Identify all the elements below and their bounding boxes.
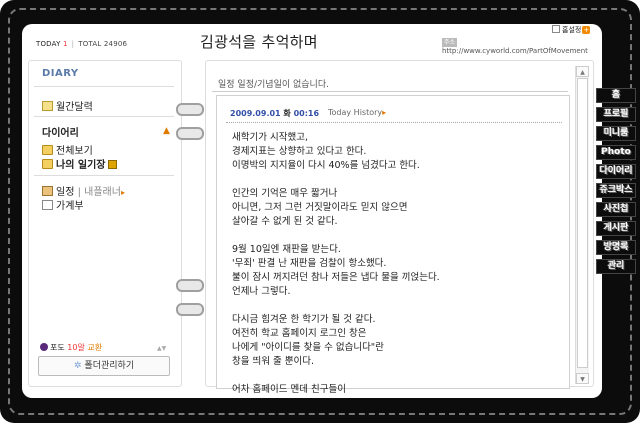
binder-ring bbox=[176, 279, 204, 292]
post-time: 00:16 bbox=[293, 109, 320, 118]
arrow-right-icon: ▸ bbox=[120, 188, 125, 197]
paragraph: 새학기가 시작했고, 경제지표는 상향하고 있다고 한다. 이명박의 지지율이 … bbox=[232, 132, 420, 171]
tab-guestbook[interactable]: 방명록 bbox=[596, 240, 636, 255]
home-settings[interactable]: 홈설정 + bbox=[552, 25, 591, 35]
scroll-thumb[interactable] bbox=[577, 78, 588, 368]
today-value: 1 bbox=[63, 40, 68, 48]
document-icon bbox=[42, 200, 53, 210]
post-body: 새학기가 시작했고, 경제지표는 상향하고 있다고 한다. 이명박의 지지율이 … bbox=[232, 131, 552, 411]
tab-diary[interactable]: 다이어리 bbox=[596, 164, 636, 179]
post-date: 2009.09.01 화 00:16 bbox=[230, 109, 320, 118]
total-value: 24906 bbox=[103, 40, 128, 48]
paragraph: 다시금 힘겨운 한 학기가 될 것 같다. 여전히 학교 홈페이지 로그인 창은… bbox=[232, 314, 384, 367]
folder-icon bbox=[42, 159, 53, 169]
sidebar-item-my-diary[interactable]: 나의 일기장 bbox=[42, 156, 118, 171]
calendar-icon bbox=[42, 101, 53, 111]
grape-value: 10알 bbox=[67, 343, 85, 352]
tab-jukebox[interactable]: 쥬크박스 bbox=[596, 183, 636, 198]
today-history-link[interactable]: Today History▸ bbox=[328, 108, 386, 117]
gear-icon: ✲ bbox=[73, 361, 82, 371]
tab-photo-album[interactable]: 사진첩 bbox=[596, 202, 636, 217]
sidebar-item-ledger[interactable]: 가계부 bbox=[42, 197, 84, 212]
paragraph: 어차 홈페이드 멘데 친구들이 bbox=[232, 384, 346, 395]
home-icon bbox=[552, 25, 560, 33]
tab-photo[interactable]: Photo bbox=[596, 145, 636, 160]
today-label: TODAY bbox=[36, 40, 61, 48]
side-tabs: 홈 프로필 미니룸 Photo 다이어리 쥬크박스 사진첩 게시판 방명록 관리 bbox=[596, 88, 636, 278]
sidebar-item-schedule[interactable]: 일정 | 내플래너▸ bbox=[42, 183, 125, 198]
post-day: 화 bbox=[283, 109, 291, 118]
binder-ring bbox=[176, 103, 204, 116]
tab-board[interactable]: 게시판 bbox=[596, 221, 636, 236]
divider bbox=[34, 175, 174, 176]
divider bbox=[34, 86, 174, 87]
empty-schedule-message: 일정 일정/기념일이 없습니다. bbox=[218, 80, 329, 90]
url-tag: 주소 bbox=[442, 38, 458, 47]
grape-count: 포도 10알 교환 bbox=[40, 342, 102, 353]
divider bbox=[34, 116, 174, 117]
scroll-down-icon[interactable]: ▼ bbox=[576, 373, 589, 384]
sidebar-item-view-all[interactable]: 전체보기 bbox=[42, 142, 93, 157]
scrollbar[interactable]: ▲ ▼ bbox=[575, 66, 589, 384]
sidebar-section-diary[interactable]: 다이어리 bbox=[42, 124, 79, 139]
tab-profile[interactable]: 프로필 bbox=[596, 107, 636, 122]
arrow-right-icon: ▸ bbox=[382, 108, 387, 117]
exchange-link[interactable]: 교환 bbox=[87, 343, 102, 352]
plus-icon: + bbox=[582, 26, 591, 34]
schedule-icon bbox=[42, 186, 53, 196]
sidebar-item-monthly-calendar[interactable]: 월간달력 bbox=[42, 98, 93, 113]
tab-manage[interactable]: 관리 bbox=[596, 259, 636, 274]
divider bbox=[212, 91, 568, 92]
total-label: TOTAL bbox=[78, 40, 102, 48]
paragraph: 인간의 기억은 매우 짧거나 아니면, 그저 그런 거짓말이라도 믿지 않으면 … bbox=[232, 188, 408, 227]
homepage-url[interactable]: 주소http://www.cyworld.com/PartOfMovement bbox=[442, 38, 592, 56]
binder-ring bbox=[176, 127, 204, 140]
folder-manage-button[interactable]: ✲ 폴더관리하기 bbox=[38, 356, 170, 376]
collapse-arrow-icon[interactable]: ▲ bbox=[163, 126, 170, 136]
url-text: http://www.cyworld.com/PartOfMovement bbox=[442, 47, 588, 55]
tab-miniroom[interactable]: 미니룸 bbox=[596, 126, 636, 141]
tab-home[interactable]: 홈 bbox=[596, 88, 636, 103]
binder-ring bbox=[176, 303, 204, 316]
sidebar-title: DIARY bbox=[42, 68, 79, 79]
my-planner-link[interactable]: 내플래너 bbox=[84, 187, 121, 198]
page-title: 김광석을 추억하며 bbox=[200, 33, 318, 51]
lock-icon bbox=[108, 160, 118, 169]
paragraph: 9월 10일엔 재판을 받는다. '무죄' 판결 난 재판을 검찰이 항소했다.… bbox=[232, 244, 440, 297]
grape-icon bbox=[40, 343, 48, 351]
scroll-up-icon[interactable]: ▲ bbox=[576, 66, 589, 77]
divider bbox=[226, 122, 562, 123]
folder-icon bbox=[42, 145, 53, 155]
scroll-arrows-icon[interactable]: ▲▼ bbox=[157, 345, 166, 352]
visitor-counter: TODAY 1 | TOTAL 24906 bbox=[36, 40, 128, 48]
